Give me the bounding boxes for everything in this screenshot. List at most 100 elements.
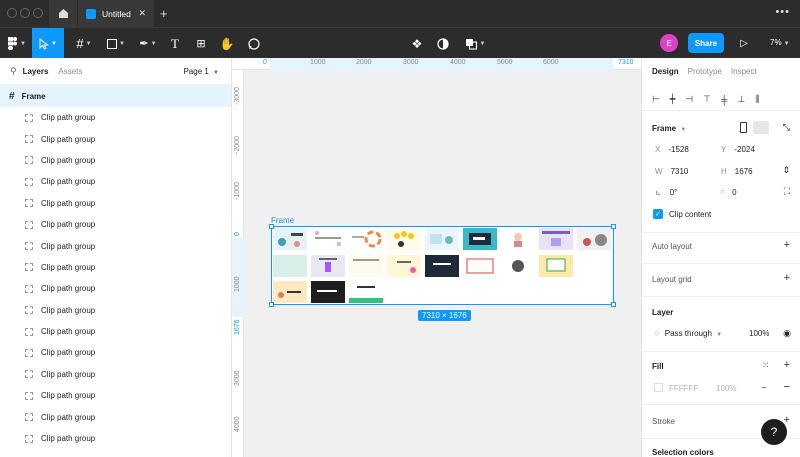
help-button[interactable]: ? — [761, 419, 787, 445]
layer-item[interactable]: Clip path group — [0, 107, 231, 128]
user-avatar[interactable]: E — [660, 34, 678, 52]
move-tool-button[interactable]: ▼ — [32, 28, 64, 59]
boolean-button[interactable]: ▼ — [462, 28, 488, 59]
fill-styles-icon[interactable]: ⁙ — [762, 360, 770, 371]
tab-assets[interactable]: Assets — [58, 67, 82, 76]
width-field[interactable]: W 7310 — [655, 167, 688, 176]
clip-path-thumbnail[interactable] — [311, 228, 345, 250]
file-tab[interactable]: Untitled ✕ — [78, 0, 154, 27]
clip-path-thumbnail[interactable] — [501, 255, 535, 277]
layer-item[interactable]: Clip path group — [0, 171, 231, 192]
zoom-menu[interactable]: 7% ▼ — [770, 38, 790, 47]
remove-fill-icon[interactable]: − — [784, 381, 790, 393]
resize-handle-bottom-right[interactable] — [611, 302, 616, 307]
constrain-proportions-icon[interactable]: ⇕ — [782, 165, 790, 176]
canvas[interactable]: 0 1000 2000 3000 4000 5000 6000 7310 -30… — [232, 58, 641, 457]
selected-frame[interactable] — [269, 224, 616, 307]
hidden-fill-icon[interactable]: ⌣ — [761, 382, 767, 393]
clip-path-thumbnail[interactable] — [463, 228, 497, 250]
pen-tool-button[interactable]: ✒ ▼ — [134, 28, 162, 59]
align-left-icon[interactable]: ⊢ — [652, 94, 660, 105]
layer-item[interactable]: Clip path group — [0, 278, 231, 299]
new-tab-button[interactable]: + — [160, 6, 168, 21]
shape-tool-button[interactable]: ▼ — [102, 28, 130, 59]
layer-item[interactable]: Clip path group — [0, 193, 231, 214]
clip-path-thumbnail[interactable] — [577, 228, 611, 250]
resize-handle-top-right[interactable] — [611, 224, 616, 229]
add-layout-grid-icon[interactable]: + — [784, 272, 790, 284]
layer-item[interactable]: Clip path group — [0, 385, 231, 406]
layer-item[interactable]: Clip path group — [0, 300, 231, 321]
close-tab-icon[interactable]: ✕ — [138, 8, 146, 19]
mask-button[interactable] — [434, 28, 452, 59]
add-fill-icon[interactable]: + — [784, 359, 790, 371]
rotation-field[interactable]: ⊾ 0° — [655, 188, 677, 197]
x-field[interactable]: X -1528 — [655, 145, 689, 154]
clip-path-thumbnail[interactable] — [273, 255, 307, 277]
page-selector[interactable]: Page 1 ▼ — [183, 67, 219, 76]
clip-path-thumbnail[interactable] — [387, 255, 421, 277]
align-vertical-center-icon[interactable]: ╪ — [721, 95, 727, 105]
clip-path-thumbnail[interactable] — [273, 281, 307, 303]
text-tool-button[interactable]: T — [166, 28, 184, 59]
layer-item[interactable]: Clip path group — [0, 321, 231, 342]
frame-section-title[interactable]: Frame ▼ — [652, 124, 686, 133]
clip-path-thumbnail[interactable] — [311, 281, 345, 303]
clip-path-thumbnail[interactable] — [425, 228, 459, 250]
layer-item[interactable]: Clip path group — [0, 235, 231, 256]
search-icon[interactable]: ⚲ — [10, 66, 17, 77]
window-minimize-dot[interactable] — [20, 8, 30, 18]
clip-path-thumbnail[interactable] — [349, 281, 383, 303]
clip-path-thumbnail[interactable] — [539, 228, 573, 250]
align-right-icon[interactable]: ⊣ — [685, 94, 693, 105]
window-maximize-dot[interactable] — [33, 8, 43, 18]
resize-handle-top-left[interactable] — [269, 224, 274, 229]
align-horizontal-center-icon[interactable]: ┿ — [670, 94, 675, 105]
layer-item[interactable]: Clip path group — [0, 428, 231, 449]
layer-item[interactable]: Clip path group — [0, 257, 231, 278]
corner-radius-field[interactable]: ◜ 0 — [721, 188, 737, 197]
clip-path-thumbnail[interactable] — [425, 255, 459, 277]
frame-tool-button[interactable]: # ▼ — [70, 28, 98, 59]
clip-path-thumbnail[interactable] — [501, 228, 535, 250]
hand-tool-button[interactable]: ✋ — [218, 28, 236, 59]
share-button[interactable]: Share — [688, 33, 724, 53]
layer-item[interactable]: Clip path group — [0, 406, 231, 427]
fill-hex-value[interactable]: FFFFFF — [669, 384, 698, 393]
component-button[interactable]: ❖ — [408, 28, 426, 59]
main-menu-button[interactable]: ▼ — [4, 28, 30, 59]
clip-content-checkbox[interactable]: ✓ — [653, 209, 663, 219]
height-field[interactable]: H 1676 — [721, 167, 753, 176]
add-auto-layout-icon[interactable]: + — [784, 239, 790, 251]
layer-opacity-value[interactable]: 100% — [749, 329, 769, 338]
tab-inspect[interactable]: Inspect — [731, 67, 757, 76]
independent-corners-icon[interactable]: ⛶ — [784, 186, 790, 197]
frame-name-label[interactable]: Frame — [271, 216, 294, 225]
distribute-icon[interactable]: ⫼ — [755, 94, 759, 105]
clip-path-thumbnail[interactable] — [539, 255, 573, 277]
visibility-eye-icon[interactable]: ◉ — [783, 328, 791, 339]
home-button[interactable] — [49, 0, 77, 27]
resize-handle-bottom-left[interactable] — [269, 302, 274, 307]
layer-item[interactable]: Clip path group — [0, 342, 231, 363]
resize-to-fit-icon[interactable]: ⤡ — [783, 122, 790, 133]
clip-path-thumbnail[interactable] — [349, 255, 383, 277]
layer-item[interactable]: Clip path group — [0, 214, 231, 235]
clip-path-thumbnail[interactable] — [463, 255, 497, 277]
align-bottom-icon[interactable]: ⊥ — [737, 94, 745, 105]
more-options-button[interactable]: ••• — [775, 6, 790, 18]
y-field[interactable]: Y -2024 — [721, 145, 755, 154]
fill-swatch[interactable] — [654, 383, 663, 392]
present-button[interactable]: ▷ — [736, 28, 752, 59]
layer-item[interactable]: Clip path group — [0, 128, 231, 149]
layer-frame[interactable]: # Frame — [0, 85, 231, 107]
clip-path-thumbnail[interactable] — [311, 255, 345, 277]
clip-path-thumbnail[interactable] — [349, 228, 383, 250]
clip-path-thumbnail[interactable] — [273, 228, 307, 250]
blend-mode-dropdown[interactable]: ◌ Pass through ▼ — [654, 329, 722, 338]
resources-tool-button[interactable]: ⊞ — [192, 28, 210, 59]
layer-item[interactable]: Clip path group — [0, 364, 231, 385]
window-close-dot[interactable] — [7, 8, 17, 18]
tab-design[interactable]: Design — [652, 67, 679, 76]
portrait-icon[interactable] — [740, 122, 747, 133]
